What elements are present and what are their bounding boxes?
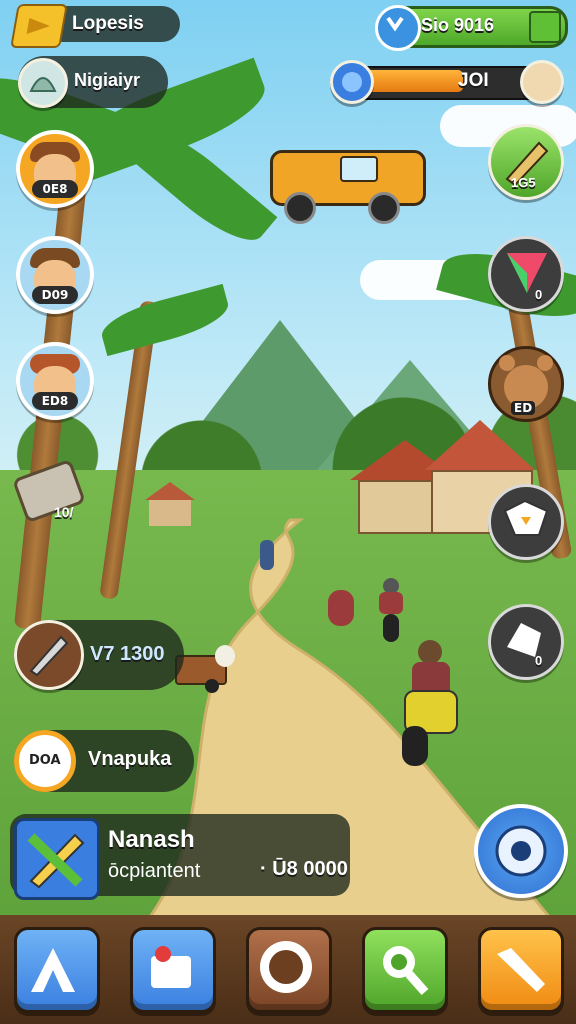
bottom-e-icon <box>497 948 545 992</box>
npc-avatar[interactable]: 0E8 <box>16 130 94 208</box>
quest-row[interactable]: DOA Vnapuka <box>14 730 194 792</box>
knife-icon <box>14 620 84 690</box>
bear-button[interactable]: ED <box>488 346 564 422</box>
top-left-banner[interactable]: Lopesis <box>10 4 180 48</box>
bear-value: ED <box>511 401 536 415</box>
tool-row[interactable]: V7 1300 <box>14 620 184 690</box>
villager[interactable] <box>260 540 274 570</box>
npc-avatar[interactable]: D09 <box>16 236 94 314</box>
quest-icon: DOA <box>14 730 76 792</box>
hut <box>145 482 195 527</box>
task-subtitle: ōcpiantent <box>108 860 201 882</box>
currency-add-button[interactable] <box>529 11 561 43</box>
currency-amount: Sio 9016 <box>421 15 495 35</box>
bottom-button-e[interactable] <box>478 927 564 1013</box>
npc-badge: D09 <box>32 286 78 304</box>
chat-button[interactable] <box>488 484 564 560</box>
scroll-icon <box>12 458 86 524</box>
compass-icon <box>330 60 374 104</box>
task-value: · Ū8 0000 <box>260 858 348 880</box>
bottom-button-d[interactable] <box>362 927 448 1013</box>
pin-button[interactable]: 0 <box>488 604 564 680</box>
pin-value: 0 <box>535 653 543 668</box>
bottom-button-c[interactable] <box>246 927 332 1013</box>
quest-badge: DOA <box>29 753 61 768</box>
bottom-button-b[interactable] <box>130 927 216 1013</box>
gear-icon <box>495 825 547 877</box>
pencil-button[interactable]: 1G5 <box>488 124 564 200</box>
map-icon <box>507 253 547 293</box>
coin-icon <box>375 5 421 51</box>
pencil-value: 1G5 <box>511 175 536 190</box>
settings-button[interactable] <box>474 804 568 898</box>
energy-bar[interactable]: JOI <box>330 60 564 104</box>
quest-label: Vnapuka <box>88 748 172 770</box>
bottom-a-icon <box>31 948 75 992</box>
motorcycle-rider[interactable] <box>400 640 460 770</box>
pin-icon <box>507 623 541 657</box>
bottom-d-icon <box>383 946 429 995</box>
flying-truck[interactable] <box>270 140 426 224</box>
map-button[interactable]: 0 <box>488 236 564 312</box>
bottom-c-icon <box>260 941 312 993</box>
task-card[interactable]: Nanash ōcpiantent · Ū8 0000 <box>10 814 350 900</box>
scroll-value: 10/ <box>54 504 74 520</box>
task-title: Nanash <box>108 826 195 853</box>
chat-icon <box>503 499 549 536</box>
npc-badge: ED8 <box>32 392 78 410</box>
arrow-icon <box>10 4 68 48</box>
npc-badge: 0E8 <box>32 180 78 198</box>
map-value: 0 <box>535 287 543 302</box>
currency-bar[interactable]: Sio 9016 <box>375 5 568 51</box>
motorcycle-rider[interactable] <box>375 578 407 642</box>
npc-avatar[interactable]: ED8 <box>16 342 94 420</box>
location-pill[interactable]: Nigiaiyr <box>18 56 168 108</box>
bottom-button-a[interactable] <box>14 927 100 1013</box>
villager[interactable] <box>328 590 354 626</box>
location-label: Nigiaiyr <box>74 70 141 90</box>
pencil-craft-icon <box>14 818 100 900</box>
scroll-item[interactable]: 10/ <box>12 458 114 524</box>
cart[interactable] <box>175 645 235 695</box>
banner-label: Lopesis <box>72 13 144 34</box>
shell-icon <box>18 58 68 108</box>
bottom-b-icon <box>151 946 191 988</box>
player-avatar[interactable] <box>520 60 564 104</box>
energy-value: JOI <box>458 70 489 91</box>
tool-value: V7 1300 <box>90 643 165 665</box>
